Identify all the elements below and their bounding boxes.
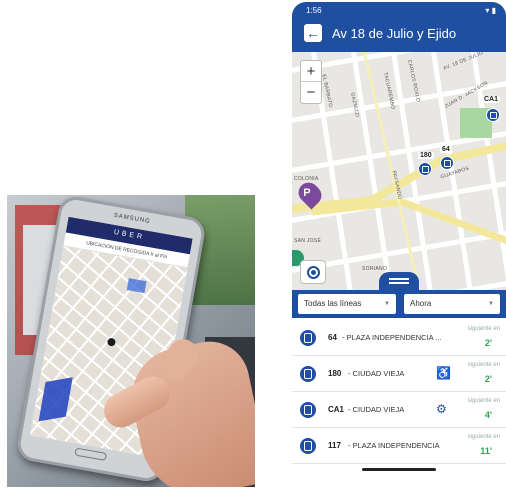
home-indicator [362,468,436,471]
street-label: SAN JOSÉ [294,238,322,244]
line-number: CA1 [328,405,345,414]
handle-line [389,278,409,280]
next-arrival: 11' [480,446,492,456]
composite-screenshot: SAMSUNG UBER UBICACIÓN DE RECOGIDA Ir al… [0,0,506,490]
status-icons: ▾ ▮ [485,6,496,15]
stop-label-ca1: CA1 [482,96,501,103]
bus-icon [300,438,316,454]
time-filter-select[interactable]: Ahora ▼ [404,294,500,314]
table-row[interactable]: CA1 - CIUDAD VIEJA ⚙ siguiente en 4' [292,392,506,428]
lines-filter-select[interactable]: Todas las líneas ▼ [298,294,396,314]
chevron-down-icon: ▼ [384,301,390,307]
bus-stop-icon[interactable] [486,108,500,122]
line-destination: - CIUDAD VIEJA [348,405,405,414]
lines-filter-value: Todas las líneas [304,299,362,308]
street-label: SORIANO [362,266,388,272]
next-arrival: 2' [484,338,492,348]
zoom-control: + − [300,60,322,104]
next-arrival: 4' [484,410,492,420]
next-arrival: 2' [484,374,492,384]
table-row[interactable]: 64 - PLAZA INDEPENDENCIA ... siguiente e… [292,320,506,356]
next-label: siguiente en [467,326,500,332]
next-label: siguiente en [467,362,500,368]
back-button[interactable]: ← [304,24,322,42]
map-view[interactable]: + − AV. 18 DE JULIO CARLOS ROXLO TACUARE… [292,52,506,292]
table-row[interactable]: 180 - CIUDAD VIEJA ♿ siguiente en 2' [292,356,506,392]
bus-app-screen: 1:56 ▾ ▮ ← Av 18 de Julio y Ejido + − AV… [292,2,506,482]
line-number: 117 [328,441,341,450]
parking-label: P [303,186,311,199]
hand-holding-phone-photo: SAMSUNG UBER UBICACIÓN DE RECOGIDA Ir al… [7,195,255,487]
bus-stop-icon[interactable] [418,162,432,176]
next-label: siguiente en [467,398,500,404]
locate-dot [311,270,316,275]
zoom-in-button[interactable]: + [301,61,321,82]
line-destination: - CIUDAD VIEJA [348,369,405,378]
bus-icon [300,402,316,418]
bus-icon [300,366,316,382]
stop-label-64: 64 [440,146,452,153]
time-filter-value: Ahora [410,299,432,308]
home-button [74,447,108,461]
arrow-left-icon: ← [306,25,320,41]
line-number: 64 [328,333,337,342]
status-time: 1:56 [306,6,322,15]
line-number: 180 [328,369,342,378]
line-destination: - PLAZA INDEPENDENCIA [348,441,440,450]
app-header: 1:56 ▾ ▮ ← Av 18 de Julio y Ejido [292,2,506,52]
my-location-button[interactable] [300,260,326,284]
stop-label-180: 180 [418,152,434,159]
accessibility-icon: ⚙ [436,402,447,416]
bus-icon [300,330,316,346]
wheelchair-icon: ♿ [436,366,451,380]
page-title: Av 18 de Julio y Ejido [332,26,457,41]
zoom-out-button[interactable]: − [301,82,321,103]
next-label: siguiente en [467,434,500,440]
lines-panel: Todas las líneas ▼ Ahora ▼ 64 - PLAZA IN… [292,290,506,482]
street-label: COLONIA [294,176,319,182]
handle-line [389,282,409,284]
lines-list: 64 - PLAZA INDEPENDENCIA ... siguiente e… [292,320,506,464]
chevron-down-icon: ▼ [488,301,494,307]
panel-drag-handle[interactable] [379,272,419,290]
filter-bar: Todas las líneas ▼ Ahora ▼ [292,290,506,318]
pickup-value: Ir al Pin [149,251,168,261]
table-row[interactable]: 117 - PLAZA INDEPENDENCIA siguiente en 1… [292,428,506,464]
bus-stop-icon[interactable] [440,156,454,170]
line-destination: - PLAZA INDEPENDENCIA ... [342,333,442,342]
